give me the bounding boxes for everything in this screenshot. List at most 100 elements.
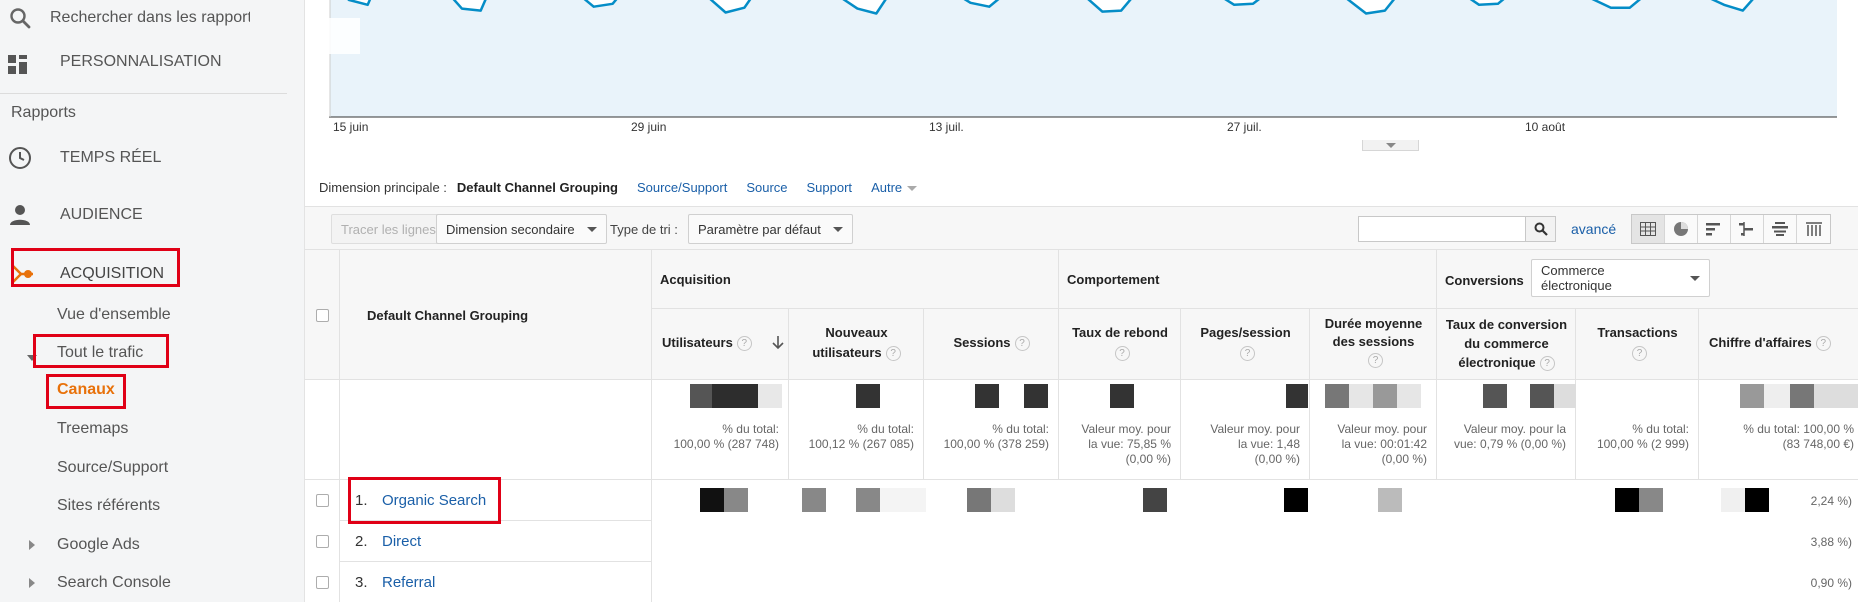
data-point[interactable] xyxy=(460,7,464,11)
comparison-view-button[interactable] xyxy=(1731,215,1764,243)
redacted-block xyxy=(975,384,999,408)
data-point[interactable] xyxy=(1609,6,1613,10)
data-point[interactable] xyxy=(1628,6,1632,10)
redacted-block xyxy=(712,384,758,408)
sidebar-item-customization[interactable]: PERSONNALISATION xyxy=(0,50,305,78)
table-filter-search-button[interactable] xyxy=(1526,216,1556,242)
help-icon[interactable]: ? xyxy=(736,336,752,352)
percentage-view-button[interactable] xyxy=(1665,215,1698,243)
column-header-new-users[interactable]: Nouveaux utilisateurs? xyxy=(789,309,924,380)
sidebar-item-treemaps[interactable]: Treemaps xyxy=(57,420,128,438)
conversion-goal-dropdown[interactable]: Commerce électronique xyxy=(1531,259,1710,297)
column-header-revenue[interactable]: Chiffre d'affaires? xyxy=(1699,309,1858,380)
term-cloud-view-button[interactable] xyxy=(1764,215,1797,243)
row-checkbox[interactable] xyxy=(316,576,329,589)
total-line: 100,00 % (378 259) xyxy=(943,437,1049,451)
column-header-avg-duration[interactable]: Durée moyenne des sessions ? xyxy=(1310,309,1437,380)
data-point[interactable] xyxy=(987,5,991,9)
column-header-sessions[interactable]: Sessions? xyxy=(924,309,1059,380)
revenue-percentage: 3,88 %) xyxy=(1810,535,1852,549)
expand-right-icon[interactable] xyxy=(29,540,35,550)
column-header-conversion-rate[interactable]: Taux de conversion du commerce électroni… xyxy=(1437,309,1576,380)
data-point[interactable] xyxy=(1383,9,1387,13)
select-all-checkbox[interactable] xyxy=(316,309,329,322)
data-point[interactable] xyxy=(874,12,878,16)
data-point[interactable] xyxy=(742,6,746,10)
help-icon[interactable]: ? xyxy=(1114,346,1130,362)
help-icon[interactable]: ? xyxy=(885,346,901,362)
data-table: Default Channel Grouping Acquisition Com… xyxy=(305,250,1858,602)
sidebar-item-realtime[interactable]: TEMPS RÉEL xyxy=(0,140,305,176)
total-line: % du total: xyxy=(1632,422,1689,436)
data-point[interactable] xyxy=(592,5,596,9)
row-checkbox[interactable] xyxy=(316,535,329,548)
redacted-block xyxy=(1378,488,1402,512)
data-point[interactable] xyxy=(1722,3,1726,7)
pivot-view-button[interactable] xyxy=(1797,215,1830,243)
secondary-dimension-dropdown[interactable]: Dimension secondaire xyxy=(436,214,607,244)
sidebar-item-search-console[interactable]: Search Console xyxy=(57,574,171,592)
column-header-text: Utilisateurs xyxy=(662,335,733,350)
help-icon[interactable]: ? xyxy=(1368,353,1383,369)
chart-collapse-handle[interactable] xyxy=(1362,140,1419,151)
sidebar-item-audience[interactable]: AUDIENCE xyxy=(0,197,305,233)
data-point[interactable] xyxy=(1100,10,1104,14)
data-point[interactable] xyxy=(479,9,483,13)
dimension-column-header[interactable]: Default Channel Grouping xyxy=(367,308,528,323)
column-header-users[interactable]: Utilisateurs? xyxy=(652,309,789,380)
dimension-link-source-medium[interactable]: Source/Support xyxy=(637,180,727,195)
total-line: % du total: xyxy=(722,422,779,436)
sidebar-item-all-traffic[interactable]: Tout le trafic xyxy=(57,344,143,362)
column-header-pages-session[interactable]: Pages/session ? xyxy=(1181,309,1310,380)
dimension-link-medium[interactable]: Support xyxy=(807,180,853,195)
bars-icon xyxy=(1706,223,1720,236)
total-value: % du total: 100,00 % (2 999) xyxy=(1597,422,1689,452)
data-point[interactable] xyxy=(366,3,370,7)
data-point[interactable] xyxy=(1364,12,1368,16)
advanced-filter-link[interactable]: avancé xyxy=(1571,221,1616,237)
total-line: % du total: 100,00 % xyxy=(1743,422,1854,436)
help-icon[interactable]: ? xyxy=(1240,346,1255,362)
sidebar-item-source-medium[interactable]: Source/Support xyxy=(57,459,168,477)
row-link-organic-search[interactable]: Organic Search xyxy=(382,492,486,509)
row-link-direct[interactable]: Direct xyxy=(382,533,421,550)
expand-right-icon[interactable] xyxy=(29,578,35,588)
data-point[interactable] xyxy=(611,2,615,6)
sidebar-item-overview[interactable]: Vue d'ensemble xyxy=(57,306,171,324)
help-icon[interactable]: ? xyxy=(1815,336,1831,352)
sidebar-item-label: TEMPS RÉEL xyxy=(60,149,162,166)
column-header-bounce-rate[interactable]: Taux de rebond ? xyxy=(1059,309,1181,380)
sort-type-dropdown[interactable]: Paramètre par défaut xyxy=(688,214,853,244)
help-icon[interactable]: ? xyxy=(1539,356,1555,372)
table-filter-input[interactable] xyxy=(1358,216,1526,242)
row-link-referral[interactable]: Referral xyxy=(382,574,435,591)
grid-icon xyxy=(1640,222,1656,236)
sidebar-item-channels[interactable]: Canaux xyxy=(57,381,115,399)
data-point[interactable] xyxy=(1119,9,1123,13)
table-view-button[interactable] xyxy=(1632,215,1665,243)
totals-cell-avg-duration: Valeur moy. pour la vue: 00:01:42 (0,00 %) xyxy=(1310,380,1437,480)
total-line: % du total: xyxy=(992,422,1049,436)
data-point[interactable] xyxy=(1496,2,1500,6)
report-search-input[interactable] xyxy=(50,6,250,30)
primary-dimension-bar: Dimension principale : Default Channel G… xyxy=(319,180,936,195)
data-point[interactable] xyxy=(724,11,728,15)
data-point[interactable] xyxy=(969,1,973,5)
expand-down-icon[interactable] xyxy=(27,355,37,361)
dimension-link-other[interactable]: Autre xyxy=(871,180,917,195)
data-point[interactable] xyxy=(1477,3,1481,7)
performance-view-button[interactable] xyxy=(1698,215,1731,243)
dimension-link-source[interactable]: Source xyxy=(746,180,787,195)
plot-rows-button[interactable]: Tracer les lignes xyxy=(331,214,446,244)
row-checkbox[interactable] xyxy=(316,494,329,507)
data-point[interactable] xyxy=(855,7,859,11)
data-point[interactable] xyxy=(1232,3,1236,7)
sidebar-item-referrals[interactable]: Sites référents xyxy=(57,497,160,515)
help-icon[interactable]: ? xyxy=(1632,346,1647,362)
help-icon[interactable]: ? xyxy=(1014,336,1030,352)
sidebar-item-acquisition[interactable]: ACQUISITION xyxy=(0,256,305,292)
data-point[interactable] xyxy=(1741,9,1745,13)
column-header-transactions[interactable]: Transactions ? xyxy=(1576,309,1699,380)
data-point[interactable] xyxy=(1251,2,1255,6)
sidebar-item-google-ads[interactable]: Google Ads xyxy=(57,536,140,554)
